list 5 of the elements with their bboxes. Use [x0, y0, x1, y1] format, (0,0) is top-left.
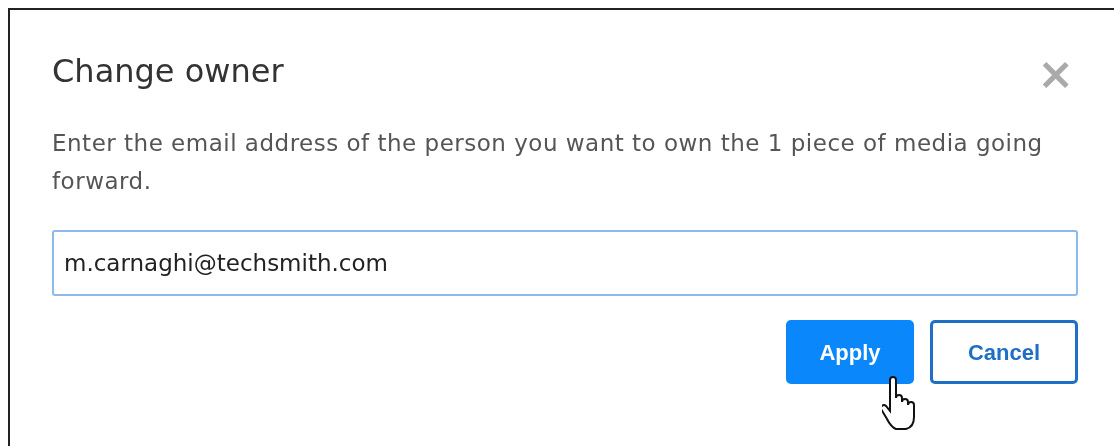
cancel-button[interactable]: Cancel	[930, 320, 1078, 384]
dialog-title: Change owner	[52, 52, 284, 91]
email-field[interactable]: m.carnaghi@techsmith.com	[52, 230, 1078, 296]
apply-button[interactable]: Apply	[786, 320, 914, 384]
description-text: Enter the email address of the person you want to own the 1 piece of media going forward.	[52, 129, 1044, 196]
